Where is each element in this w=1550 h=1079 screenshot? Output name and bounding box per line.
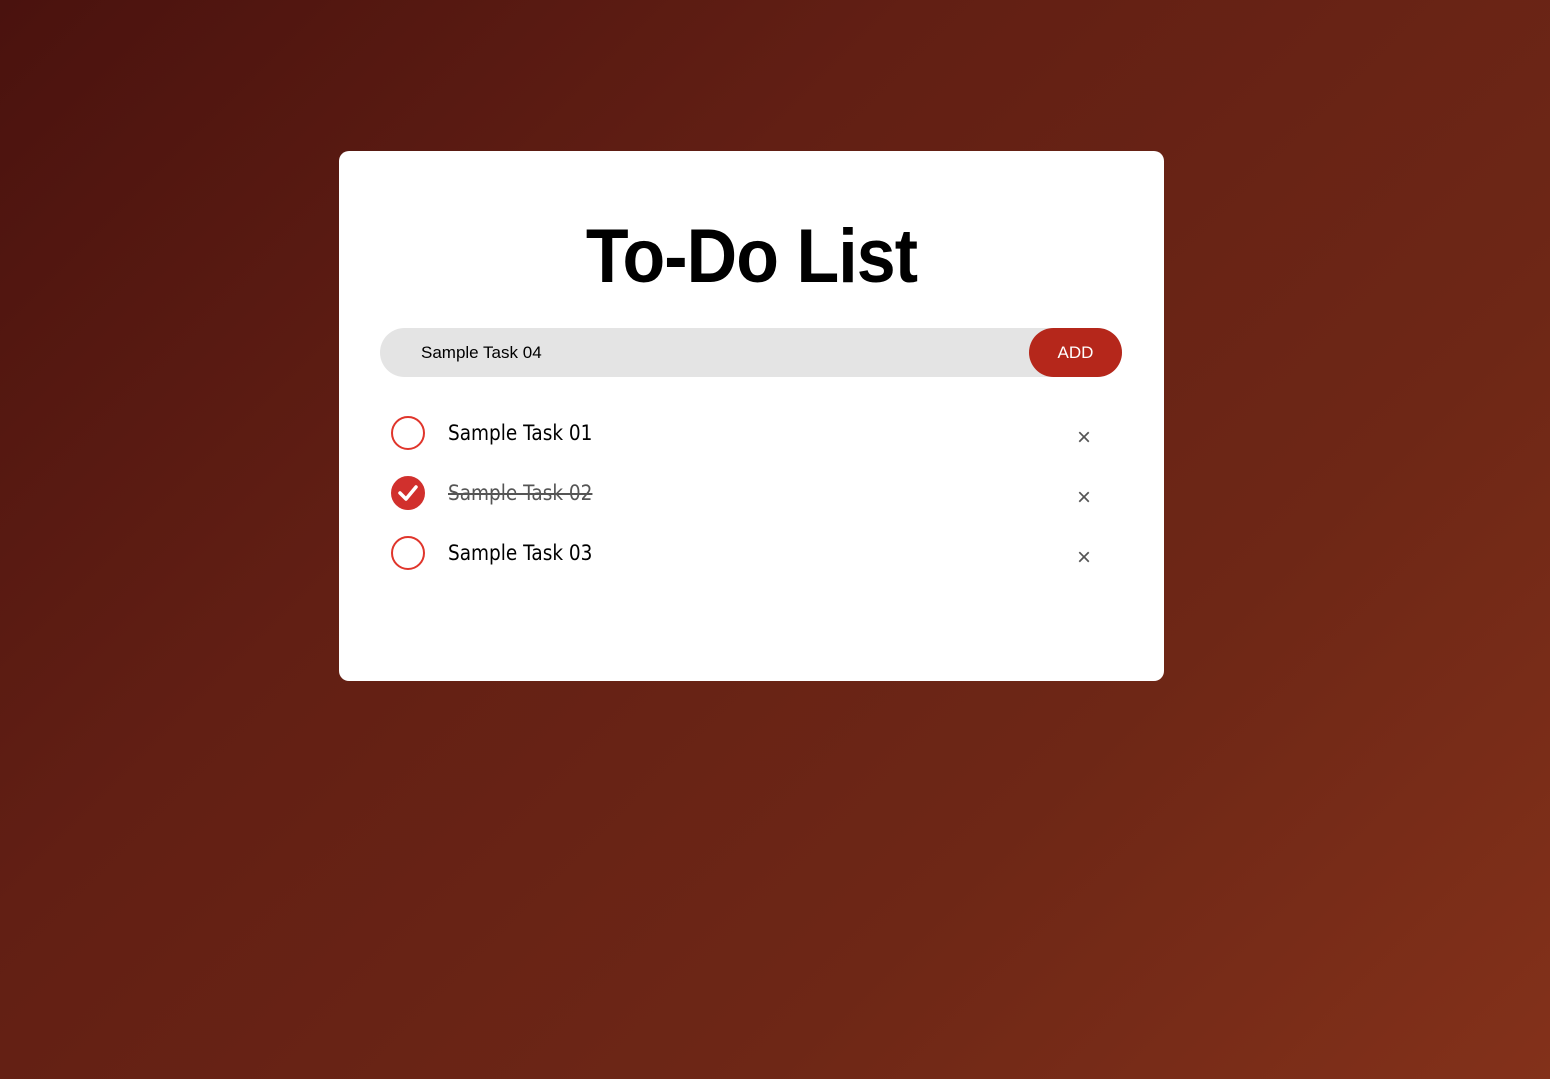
delete-x-icon[interactable]: × bbox=[1077, 484, 1091, 512]
task-label: Sample Task 01 bbox=[448, 421, 593, 445]
task-label: Sample Task 03 bbox=[448, 541, 593, 565]
task-list: Sample Task 01 × Sample Task 02 × Sample… bbox=[391, 416, 1111, 596]
add-button[interactable]: ADD bbox=[1029, 328, 1122, 377]
task-input[interactable] bbox=[421, 328, 1021, 377]
unchecked-circle-icon[interactable] bbox=[391, 416, 425, 450]
task-item[interactable]: Sample Task 02 × bbox=[391, 476, 1111, 536]
delete-x-icon[interactable]: × bbox=[1077, 424, 1091, 452]
unchecked-circle-icon[interactable] bbox=[391, 536, 425, 570]
page-title: To-Do List bbox=[585, 214, 918, 299]
delete-x-icon[interactable]: × bbox=[1077, 544, 1091, 572]
add-task-row: ADD bbox=[380, 328, 1122, 377]
checked-circle-icon[interactable] bbox=[391, 476, 425, 510]
task-label: Sample Task 02 bbox=[448, 481, 593, 505]
task-item[interactable]: Sample Task 03 × bbox=[391, 536, 1111, 596]
task-item[interactable]: Sample Task 01 × bbox=[391, 416, 1111, 476]
todo-card: To-Do List ADD Sample Task 01 × Sample T… bbox=[339, 151, 1164, 681]
